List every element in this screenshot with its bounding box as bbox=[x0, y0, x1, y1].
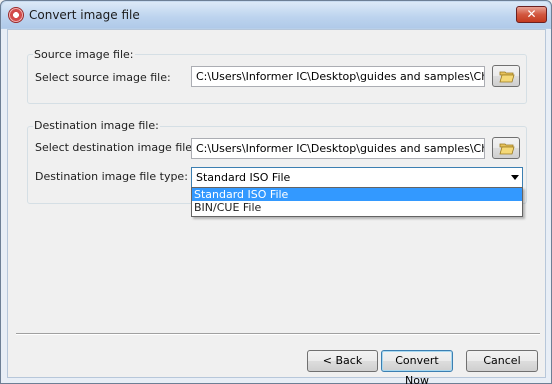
footer-separator bbox=[16, 333, 540, 335]
destination-path-input[interactable]: C:\Users\Informer IC\Desktop\guides and … bbox=[191, 138, 485, 159]
dropdown-option[interactable]: Standard ISO File bbox=[192, 188, 522, 201]
convert-now-button[interactable]: Convert Now bbox=[381, 350, 453, 384]
destination-field-label: Select destination image file: bbox=[35, 141, 196, 154]
title-bar[interactable]: Convert image file ✕ bbox=[2, 2, 550, 28]
destination-browse-button[interactable] bbox=[492, 137, 520, 159]
source-browse-button[interactable] bbox=[492, 65, 520, 87]
app-icon bbox=[8, 7, 24, 23]
window-title: Convert image file bbox=[29, 8, 140, 22]
destination-group-label: Destination image file: bbox=[33, 119, 160, 132]
cancel-button[interactable]: Cancel bbox=[466, 350, 538, 372]
dialog-window: Convert image file ✕ Source image file: … bbox=[0, 0, 552, 384]
destination-type-label: Destination image file type: bbox=[35, 170, 188, 183]
destination-type-selected: Standard ISO File bbox=[196, 171, 291, 184]
destination-type-dropdown: Standard ISO File BIN/CUE File bbox=[191, 187, 523, 217]
source-field-label: Select source image file: bbox=[35, 71, 171, 84]
dialog-content: Source image file: Select source image f… bbox=[7, 29, 546, 384]
folder-open-icon bbox=[499, 71, 515, 83]
source-group-label: Source image file: bbox=[33, 48, 135, 61]
dropdown-option[interactable]: BIN/CUE File bbox=[192, 201, 522, 214]
close-icon: ✕ bbox=[526, 7, 537, 21]
close-button[interactable]: ✕ bbox=[516, 6, 547, 23]
chevron-down-icon[interactable] bbox=[511, 175, 519, 180]
source-path-input[interactable]: C:\Users\Informer IC\Desktop\guides and … bbox=[191, 66, 485, 87]
destination-type-select[interactable]: Standard ISO File bbox=[191, 167, 523, 188]
folder-open-icon bbox=[499, 143, 515, 155]
back-button[interactable]: < Back bbox=[307, 350, 378, 372]
